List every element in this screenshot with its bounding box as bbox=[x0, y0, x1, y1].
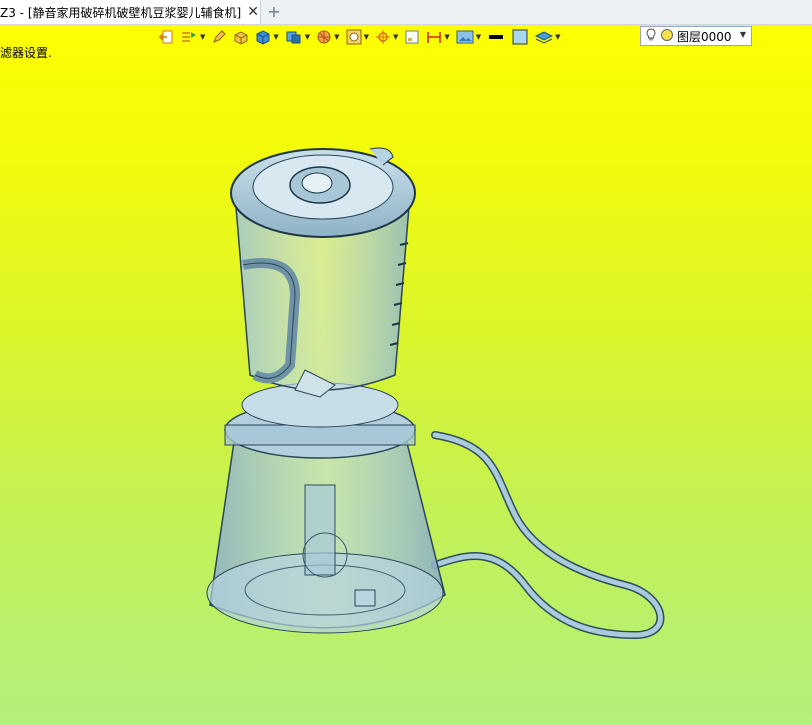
circle-view-icon[interactable]: ▼ bbox=[346, 27, 369, 47]
document-tab[interactable]: Z3 - [静音家用破碎机破壁机豆浆婴儿辅食机] ✕ bbox=[0, 0, 261, 24]
exit-icon[interactable] bbox=[158, 27, 174, 47]
layer-stack-icon[interactable]: ▼ bbox=[535, 27, 561, 47]
image-icon[interactable]: ▼ bbox=[456, 27, 481, 47]
new-tab-button[interactable]: + bbox=[266, 2, 282, 22]
sphere-icon[interactable]: ▼ bbox=[316, 27, 340, 47]
fill-color-icon[interactable] bbox=[511, 27, 529, 47]
blender-3d-model bbox=[195, 135, 685, 659]
small-square-icon[interactable] bbox=[404, 27, 420, 47]
layer-name: 图层0000 bbox=[677, 29, 732, 44]
pen-icon[interactable] bbox=[211, 27, 227, 47]
view-toolbar: ▼ ▼ ▼ ▼ ▼ ▼ ▼ ▼ ▼ bbox=[158, 26, 567, 48]
tab-bar: Z3 - [静音家用破碎机破壁机豆浆婴儿辅食机] ✕ + bbox=[0, 0, 812, 25]
lightbulb-icon[interactable] bbox=[645, 27, 657, 45]
line-color-icon[interactable] bbox=[487, 27, 505, 47]
layers-icon[interactable]: ▼ bbox=[180, 27, 205, 47]
crosshair-icon[interactable]: ▼ bbox=[375, 27, 398, 47]
cube-view-icon[interactable]: ▼ bbox=[285, 27, 310, 47]
dimension-icon[interactable]: ▼ bbox=[426, 27, 450, 47]
chevron-down-icon[interactable]: ▼ bbox=[740, 30, 746, 39]
layer-select[interactable]: 图层0000 ▼ bbox=[640, 26, 752, 46]
cube-blue-icon[interactable]: ▼ bbox=[255, 27, 279, 47]
layer-color-icon[interactable] bbox=[660, 28, 674, 45]
document-tab-title: Z3 - [静音家用破碎机破壁机豆浆婴儿辅食机] bbox=[0, 5, 242, 20]
close-tab-icon[interactable]: ✕ bbox=[247, 4, 259, 20]
box-yellow-icon[interactable] bbox=[233, 27, 249, 47]
status-text: 滤器设置. bbox=[0, 46, 52, 60]
